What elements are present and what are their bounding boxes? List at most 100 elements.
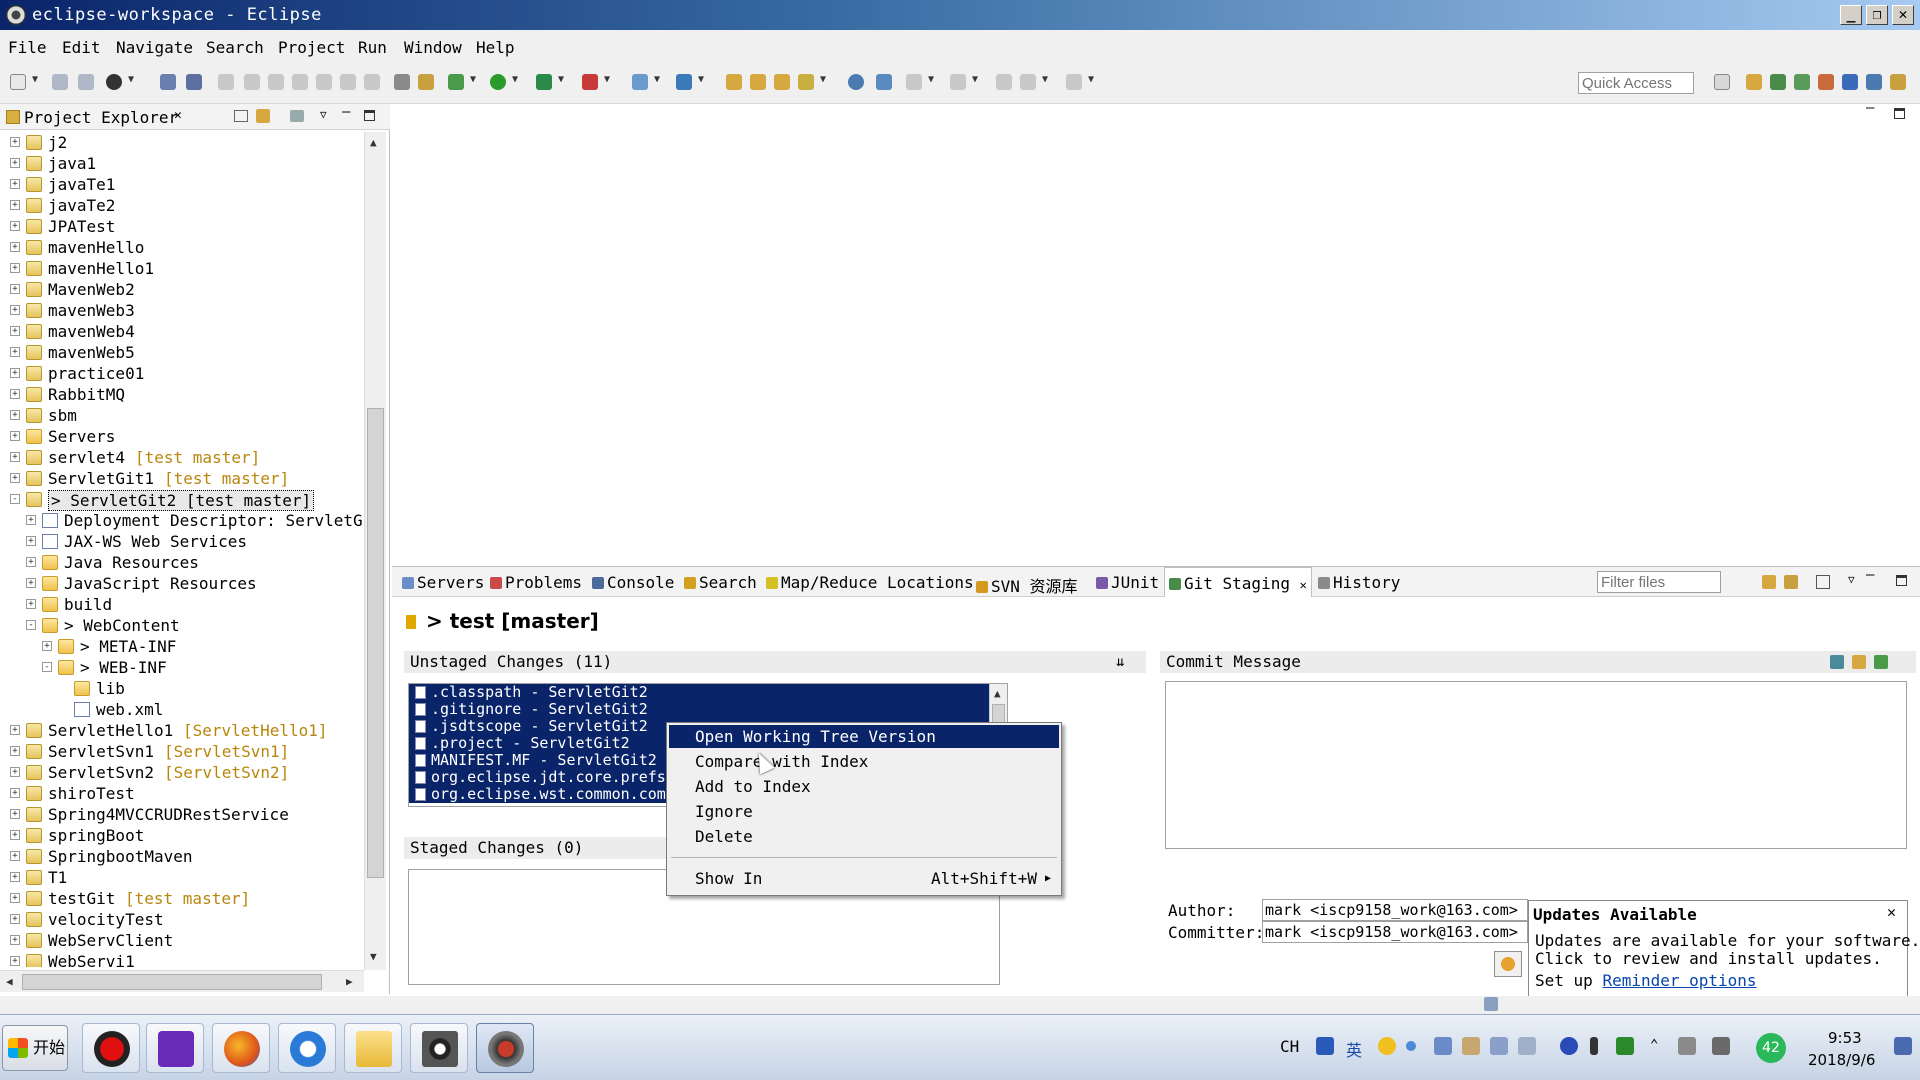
minimize-button[interactable]: _ <box>1840 5 1862 25</box>
close-git-staging-icon[interactable]: ✕ <box>1300 578 1307 592</box>
tree-item[interactable]: - > ServletGit2 [test master] <box>0 489 364 511</box>
menu-file[interactable]: File <box>8 38 47 57</box>
run-dropdown-icon[interactable]: ▼ <box>512 74 518 85</box>
menu-delete[interactable]: Delete <box>669 825 1059 848</box>
previous-annotation-dropdown-icon[interactable]: ▼ <box>972 74 978 85</box>
ime-options-icon[interactable] <box>1590 1037 1598 1055</box>
debug-icon[interactable] <box>448 74 464 90</box>
collapse-all-icon[interactable] <box>234 110 248 122</box>
menu-show-in[interactable]: Show In Alt+Shift+W ▶ <box>669 867 1059 890</box>
tree-item[interactable]: + Spring4MVCCRUDRestService <box>0 804 364 825</box>
view-filter-icon[interactable] <box>290 110 304 122</box>
terminate-icon[interactable] <box>268 74 284 90</box>
tree-item[interactable]: + Java Resources <box>0 552 364 573</box>
reminder-options-link[interactable]: Reminder options <box>1602 971 1756 990</box>
expand-icon[interactable]: + <box>10 851 20 861</box>
tree-item[interactable]: lib <box>0 678 364 699</box>
open-task-icon[interactable] <box>750 74 766 90</box>
help-icon[interactable] <box>1560 1037 1578 1055</box>
tree-item[interactable]: + mavenWeb5 <box>0 342 364 363</box>
tab-servers[interactable]: Servers <box>402 573 484 592</box>
tray-ime-english[interactable]: 英 <box>1346 1037 1362 1061</box>
tab-map-reduce[interactable]: Map/Reduce Locations <box>766 573 974 592</box>
tree-item[interactable]: + springBoot <box>0 825 364 846</box>
tree-item[interactable]: + JavaScript Resources <box>0 573 364 594</box>
skin-icon[interactable] <box>1462 1037 1480 1055</box>
expand-icon[interactable]: + <box>10 830 20 840</box>
commit-message-input[interactable] <box>1165 681 1907 849</box>
save-all-icon[interactable] <box>78 74 94 90</box>
menu-project[interactable]: Project <box>278 38 345 57</box>
tree-item[interactable]: + ServletSvn2 [ServletSvn2] <box>0 762 364 783</box>
web-browser-icon[interactable] <box>848 74 864 90</box>
tab-search[interactable]: Search <box>684 573 757 592</box>
expand-icon[interactable]: + <box>10 389 20 399</box>
editor-area[interactable]: — <box>392 100 1920 564</box>
toggle-breadcrumb-icon[interactable] <box>876 74 892 90</box>
next-annotation-icon[interactable] <box>906 74 922 90</box>
external-tools-icon[interactable] <box>582 74 598 90</box>
back-icon[interactable] <box>1020 74 1036 90</box>
expand-icon[interactable]: + <box>10 872 20 882</box>
expand-icon[interactable]: + <box>10 788 20 798</box>
tree-item[interactable]: + j2 <box>0 132 364 153</box>
taskbar-app-recorder[interactable] <box>82 1023 140 1073</box>
maximize-view-icon[interactable] <box>364 110 375 121</box>
tree-item[interactable]: + java1 <box>0 153 364 174</box>
coverage-icon[interactable] <box>536 74 552 90</box>
tree-item[interactable]: + velocityTest <box>0 909 364 930</box>
expand-icon[interactable]: + <box>26 536 36 546</box>
expand-icon[interactable]: + <box>10 263 20 273</box>
battery-icon[interactable] <box>1616 1037 1634 1055</box>
taskbar-app-firefox[interactable] <box>212 1023 270 1073</box>
panel-view-menu-icon[interactable]: ▽ <box>1848 573 1855 586</box>
terminal-icon[interactable] <box>160 74 176 90</box>
forward-dropdown-icon[interactable]: ▼ <box>1088 74 1094 85</box>
close-popup-icon[interactable]: ✕ <box>1887 903 1896 921</box>
tree-item[interactable]: + testGit [test master] <box>0 888 364 909</box>
explorer-scroll-thumb[interactable] <box>367 408 384 878</box>
tree-item[interactable]: + WebServi1 <box>0 951 364 967</box>
moon-icon[interactable] <box>1378 1037 1396 1055</box>
expand-icon[interactable]: + <box>10 473 20 483</box>
tree-item[interactable]: + mavenHello1 <box>0 258 364 279</box>
expand-icon[interactable]: + <box>26 578 36 588</box>
status-progress-icon[interactable] <box>1484 997 1498 1011</box>
quick-access-input[interactable] <box>1578 72 1694 94</box>
expand-icon[interactable]: + <box>10 452 20 462</box>
tab-svn[interactable]: SVN 资源库 <box>976 573 1078 597</box>
list-scroll-up-icon[interactable]: ▲ <box>994 687 1001 700</box>
expand-icon[interactable]: + <box>10 956 20 966</box>
tree-item[interactable]: - > WebContent <box>0 615 364 636</box>
tree-item[interactable]: + SpringbootMaven <box>0 846 364 867</box>
expand-icon[interactable]: + <box>10 935 20 945</box>
expand-icon[interactable]: + <box>10 746 20 756</box>
tree-item[interactable]: + sbm <box>0 405 364 426</box>
expand-icon[interactable]: + <box>26 515 36 525</box>
open-type-icon[interactable] <box>726 74 742 90</box>
suspend-icon[interactable] <box>244 74 260 90</box>
expand-icon[interactable]: + <box>10 200 20 210</box>
tree-item[interactable]: + JPATest <box>0 216 364 237</box>
expand-icon[interactable]: + <box>42 641 52 651</box>
tree-item[interactable]: + ServletSvn1 [ServletSvn1] <box>0 741 364 762</box>
show-desktop-icon[interactable] <box>1894 1037 1912 1055</box>
search-toolbar-icon[interactable] <box>798 74 814 90</box>
commit-and-push-button[interactable] <box>1494 951 1522 977</box>
editor-minimize-icon[interactable]: — <box>1866 100 1874 116</box>
show-hidden-icons-icon[interactable]: ⌃ <box>1650 1037 1658 1053</box>
tree-item[interactable]: - > WEB-INF <box>0 657 364 678</box>
team-sync-perspective-icon[interactable] <box>1866 74 1882 90</box>
refresh-icon[interactable] <box>1762 575 1776 589</box>
explorer-horizontal-scrollbar[interactable]: ◀ ▶ <box>0 970 364 992</box>
view-menu-icon[interactable]: ▽ <box>320 108 327 121</box>
step-into-icon[interactable] <box>316 74 332 90</box>
project-explorer-tab[interactable]: Project Explorer <box>24 108 178 127</box>
debug-config-dropdown-icon[interactable]: ▼ <box>128 74 134 85</box>
tree-item[interactable]: + javaTe2 <box>0 195 364 216</box>
collapse-icon[interactable]: - <box>26 620 36 630</box>
tree-item[interactable]: + > META-INF <box>0 636 364 657</box>
collapse-icon[interactable]: - <box>42 662 52 672</box>
menu-help[interactable]: Help <box>476 38 515 57</box>
tree-item[interactable]: + WebServClient <box>0 930 364 951</box>
